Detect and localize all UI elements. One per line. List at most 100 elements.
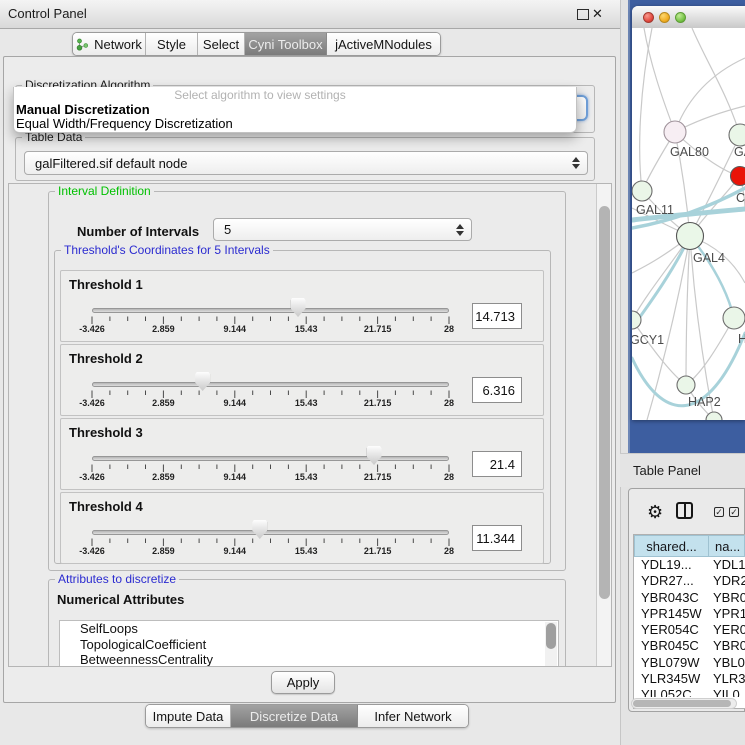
node-label: GAL11: [636, 203, 674, 217]
close-traffic-light[interactable]: [643, 12, 654, 23]
tab-infer-network[interactable]: Infer Network: [358, 705, 468, 727]
table-row[interactable]: YPR145WYPR1...: [634, 606, 745, 622]
tick-label: -3.426: [79, 472, 105, 482]
table-header-row: shared... na...: [634, 535, 745, 557]
apply-button[interactable]: Apply: [271, 671, 335, 694]
column-header-name[interactable]: na...: [709, 535, 745, 557]
settings-vertical-scrollbar[interactable]: [596, 184, 612, 666]
split-columns-icon[interactable]: [676, 502, 693, 519]
table-row[interactable]: YDR27...YDR2...: [634, 573, 745, 589]
attributes-list-scrollbar-thumb[interactable]: [546, 623, 556, 649]
table-row[interactable]: YDL19...YDL1...: [634, 557, 745, 573]
network-node[interactable]: [729, 124, 745, 146]
tick-label: 28: [444, 546, 454, 556]
cell-shared-name: YDR27...: [634, 573, 709, 589]
slider-ticks: [86, 538, 455, 547]
threshold-2-slider-thumb[interactable]: [195, 372, 210, 391]
tick-label: 15.43: [295, 324, 318, 334]
cell-shared-name: YDL19...: [634, 557, 709, 573]
node-label: C: [736, 191, 745, 205]
threshold-4-slider-track[interactable]: [92, 530, 449, 535]
float-window-icon[interactable]: [577, 9, 589, 20]
network-node[interactable]: [632, 311, 641, 329]
tick-label: 21.715: [364, 472, 392, 482]
attribute-item-topologicalcoefficient[interactable]: TopologicalCoefficient: [60, 637, 558, 653]
tick-label: 21.715: [364, 398, 392, 408]
attributes-list-scrollbar[interactable]: [545, 622, 557, 666]
table-scrollbar-thumb[interactable]: [633, 700, 731, 707]
threshold-1-value-field[interactable]: 14.713: [472, 303, 522, 329]
table-row[interactable]: YBR045CYBR0...: [634, 638, 745, 654]
tick-label: 9.144: [224, 472, 247, 482]
threshold-2-value-field[interactable]: 6.316: [472, 377, 522, 403]
numerical-attributes-list[interactable]: SelfLoopsTopologicalCoefficientBetweenne…: [59, 620, 559, 667]
network-node[interactable]: [664, 121, 686, 143]
checkbox-icon[interactable]: ✓: [714, 507, 724, 517]
threshold-3-slider-thumb[interactable]: [367, 446, 382, 465]
table-row[interactable]: YBR043CYBR0...: [634, 590, 745, 606]
attribute-item-betweennesscentrality[interactable]: BetweennessCentrality: [60, 652, 558, 667]
tick-label: 2.859: [152, 398, 175, 408]
tab-cyni-toolbox[interactable]: Cyni Toolbox: [245, 33, 327, 55]
tick-label: -3.426: [79, 398, 105, 408]
number-of-intervals-combobox[interactable]: 5: [213, 218, 472, 241]
network-node[interactable]: [723, 307, 745, 329]
gear-icon[interactable]: ⚙: [647, 503, 663, 521]
threshold-3-label: Threshold 3: [69, 425, 143, 440]
tab-label: Discretize Data: [250, 709, 338, 724]
network-node[interactable]: [677, 376, 695, 394]
algorithm-popup-hint: Select algorithm to view settings: [14, 88, 576, 103]
tab-impute-data[interactable]: Impute Data: [146, 705, 231, 727]
attribute-item-selfloops[interactable]: SelfLoops: [60, 621, 558, 637]
node-label: GA: [734, 145, 745, 159]
node-label: GAL80: [670, 145, 709, 159]
network-window-titlebar[interactable]: [632, 6, 745, 29]
tick-label: -3.426: [79, 324, 105, 334]
tab-style[interactable]: Style: [146, 33, 198, 55]
tab-label: Impute Data: [153, 709, 224, 724]
tab-network[interactable]: Network: [73, 33, 146, 55]
threshold-2-label: Threshold 2: [69, 351, 143, 366]
threshold-2-slider-track[interactable]: [92, 382, 449, 387]
network-node[interactable]: [731, 167, 745, 186]
threshold-3-value-field[interactable]: 21.4: [472, 451, 522, 477]
threshold-3-panel: Threshold 3-3.4262.8599.14415.4321.71528…: [60, 418, 544, 490]
network-node[interactable]: [632, 181, 652, 201]
algorithm-option-manual-discretization[interactable]: Manual Discretization: [14, 103, 576, 117]
zoom-traffic-light[interactable]: [675, 12, 686, 23]
tick-label: -3.426: [79, 546, 105, 556]
cell-name: YDL1...: [709, 557, 745, 573]
table-row[interactable]: YER054CYER0...: [634, 622, 745, 638]
threshold-1-panel: Threshold 1-3.4262.8599.14415.4321.71528…: [60, 270, 544, 342]
threshold-1-slider-thumb[interactable]: [291, 298, 306, 317]
attributes-group: Attributes to discretize Numerical Attri…: [48, 579, 566, 667]
tab-select[interactable]: Select: [198, 33, 245, 55]
column-header-shared-name[interactable]: shared...: [634, 535, 709, 557]
tab-discretize-data[interactable]: Discretize Data: [231, 705, 358, 727]
algorithm-option-equal-width-frequency-discretization[interactable]: Equal Width/Frequency Discretization: [14, 117, 576, 131]
network-node[interactable]: [677, 223, 704, 250]
network-node[interactable]: [706, 412, 722, 420]
window-title: Control Panel: [8, 0, 87, 28]
table-row[interactable]: YLR345WYLR3...: [634, 671, 745, 687]
settings-scrollbar-thumb[interactable]: [599, 206, 610, 599]
node-label: GCY1: [632, 333, 664, 347]
combo-arrows-icon: [456, 224, 464, 236]
cell-name: YBR0...: [709, 638, 745, 654]
threshold-3-slider-track[interactable]: [92, 456, 449, 461]
checkbox-icon[interactable]: ✓: [729, 507, 739, 517]
close-icon[interactable]: ✕: [592, 5, 603, 23]
threshold-1-slider-track[interactable]: [92, 308, 449, 313]
threshold-4-slider-thumb[interactable]: [252, 520, 267, 539]
network-canvas[interactable]: GAL80GACGAL11GAL4GCY1HHAP2: [632, 28, 745, 420]
settings-scroll-region: Interval Definition Number of Intervals …: [8, 183, 612, 667]
table-data-combobox[interactable]: galFiltered.sif default node: [24, 151, 588, 175]
table-row[interactable]: YBL079WYBL0...: [634, 655, 745, 671]
tab-jactivemnodules[interactable]: jActiveMNodules: [327, 33, 440, 55]
tab-label: jActiveMNodules: [335, 37, 432, 52]
table-horizontal-scrollbar[interactable]: [631, 698, 737, 709]
minimize-traffic-light[interactable]: [659, 12, 670, 23]
threshold-4-value-field[interactable]: 11.344: [472, 525, 522, 551]
table-row[interactable]: YIL052CYIL0...: [634, 687, 745, 697]
combo-arrows-icon: [572, 157, 580, 169]
